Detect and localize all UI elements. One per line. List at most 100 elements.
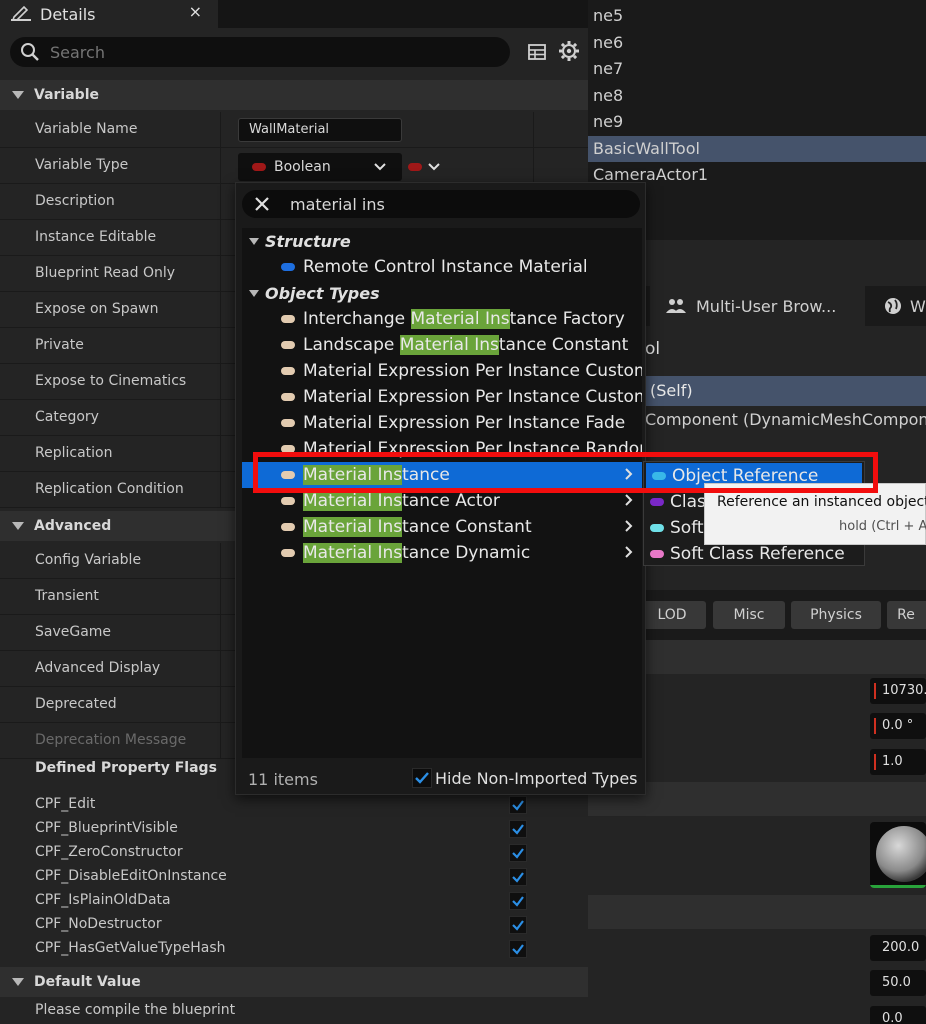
type-item-8[interactable]: Material Instance Actor (242, 488, 642, 514)
type-item-6[interactable]: Material Expression Per Instance Random (242, 436, 642, 462)
flag-row-cpf-edit: CPF_Edit (0, 793, 588, 817)
property-label: Private (35, 337, 84, 353)
type-item-10[interactable]: Material Instance Dynamic (242, 540, 642, 566)
column-divider[interactable] (220, 112, 221, 148)
type-item-7[interactable]: Material Instance (242, 462, 642, 488)
location-x-field[interactable]: 10730. (870, 678, 926, 704)
tab-world[interactable]: W (870, 286, 926, 326)
flag-row-cpf-isplainolddata: CPF_IsPlainOldData (0, 889, 588, 913)
collapse-arrow-icon (12, 978, 24, 986)
value-field-2[interactable]: 50.0 (870, 970, 926, 996)
outliner-row[interactable]: ne5 (588, 3, 926, 29)
hide-non-imported-checkbox[interactable] (412, 768, 432, 788)
outliner-row[interactable]: BasicWallTool (588, 135, 926, 162)
clear-search-icon[interactable] (254, 196, 270, 212)
column-divider[interactable] (220, 148, 221, 184)
column-divider[interactable] (220, 184, 221, 220)
column-divider[interactable] (220, 292, 221, 328)
type-item-2[interactable]: Landscape Material Instance Constant (242, 332, 642, 358)
collapse-arrow-icon (12, 522, 24, 530)
close-icon[interactable]: × (189, 2, 202, 21)
flag-checkbox[interactable] (509, 916, 527, 934)
collapse-arrow-icon (12, 91, 24, 99)
flag-checkbox[interactable] (509, 844, 527, 862)
table-view-icon[interactable] (527, 42, 547, 62)
category-misc-button[interactable]: Misc (713, 601, 785, 629)
outliner-row[interactable]: ne7 (588, 56, 926, 82)
chevron-right-icon (625, 546, 633, 558)
type-search-bar[interactable] (242, 190, 640, 218)
multi-user-icon (666, 299, 686, 313)
column-divider[interactable] (220, 723, 221, 759)
flag-row-cpf-zeroconstructor: CPF_ZeroConstructor (0, 841, 588, 865)
flag-checkbox[interactable] (509, 820, 527, 838)
property-label: Advanced Display (35, 660, 161, 676)
container-type-combo[interactable] (408, 153, 448, 181)
type-item-5[interactable]: Material Expression Per Instance Fade (242, 410, 642, 436)
component-self[interactable]: (Self) (645, 376, 926, 406)
type-item-3[interactable]: Material Expression Per Instance Custom (242, 358, 642, 384)
material-thumbnail[interactable] (870, 822, 926, 888)
column-divider[interactable] (220, 579, 221, 615)
chevron-right-icon (625, 494, 633, 506)
object-pin-icon (281, 315, 295, 323)
type-item-1[interactable]: Interchange Material Instance Factory (242, 306, 642, 332)
label-suffix: tance Factory (509, 309, 625, 329)
details-search-input[interactable] (50, 42, 470, 62)
column-divider[interactable] (220, 615, 221, 651)
chevron-right-icon (625, 468, 633, 480)
section-default-value[interactable]: Default Value (0, 967, 588, 997)
flag-checkbox[interactable] (509, 940, 527, 958)
type-item-4[interactable]: Material Expression Per Instance Custom (242, 384, 642, 410)
column-divider[interactable] (220, 328, 221, 364)
tab-multi-user-browser[interactable]: Multi-User Brow... (650, 286, 865, 326)
flag-checkbox[interactable] (509, 892, 527, 910)
variable-name-field[interactable]: WallMaterial (238, 118, 402, 142)
flag-label: CPF_NoDestructor (35, 916, 162, 932)
column-divider[interactable] (220, 687, 221, 723)
value-field-1[interactable]: 200.0 (870, 935, 926, 961)
object-pin-icon (281, 393, 295, 401)
flag-checkbox[interactable] (509, 868, 527, 886)
checkmark-icon (512, 896, 524, 907)
category-lod-button[interactable]: LOD (638, 601, 706, 629)
type-item-9[interactable]: Material Instance Constant (242, 514, 642, 540)
column-divider[interactable] (220, 364, 221, 400)
section-variable[interactable]: Variable (0, 80, 588, 110)
outliner-row[interactable]: ne8 (588, 83, 926, 109)
category-rendering-button[interactable]: Re (887, 601, 926, 629)
label-suffix: tance Actor (402, 491, 500, 511)
category-structure[interactable]: Structure (242, 228, 642, 254)
column-divider[interactable] (220, 543, 221, 579)
flag-checkbox[interactable] (509, 796, 527, 814)
category-object-types[interactable]: Object Types (242, 280, 642, 306)
category-physics-button[interactable]: Physics (791, 601, 881, 629)
outliner-row[interactable]: ne6 (588, 30, 926, 56)
flag-row-cpf-disableeditoninstance: CPF_DisableEditOnInstance (0, 865, 588, 889)
column-divider[interactable] (220, 220, 221, 256)
type-item-remote-control-instance-material[interactable]: Remote Control Instance Material (242, 254, 642, 280)
column-divider[interactable] (220, 651, 221, 687)
components-title: ol (645, 339, 661, 359)
column-divider[interactable] (220, 436, 221, 472)
rotation-x-field[interactable]: 0.0 ° (870, 713, 926, 739)
collapse-arrow-icon (249, 237, 259, 245)
component-dynamic-mesh[interactable]: Component (DynamicMeshComponent) (645, 410, 926, 429)
details-tab[interactable]: Details × (0, 0, 218, 28)
column-divider[interactable] (220, 400, 221, 436)
tooltip: Reference an instanced object hold (Ctrl… (704, 483, 926, 545)
details-search-bar[interactable] (10, 37, 510, 67)
boolean-pin-icon (252, 163, 266, 171)
scale-x-field[interactable]: 1.0 (870, 749, 926, 775)
gear-icon[interactable] (558, 40, 580, 62)
type-item-label: Material Expression Per Instance Custom (303, 361, 642, 381)
search-match-highlight: Material Ins (399, 335, 499, 355)
outliner-row[interactable]: ne9 (588, 109, 926, 135)
column-divider[interactable] (220, 472, 221, 508)
value-field-3[interactable]: 0.0 (870, 1006, 926, 1024)
variable-type-combo[interactable]: Boolean (238, 153, 402, 181)
type-item-label: Material Instance Actor (303, 491, 500, 511)
flag-label: CPF_HasGetValueTypeHash (35, 940, 226, 956)
column-divider[interactable] (220, 256, 221, 292)
type-search-input[interactable] (290, 192, 620, 216)
